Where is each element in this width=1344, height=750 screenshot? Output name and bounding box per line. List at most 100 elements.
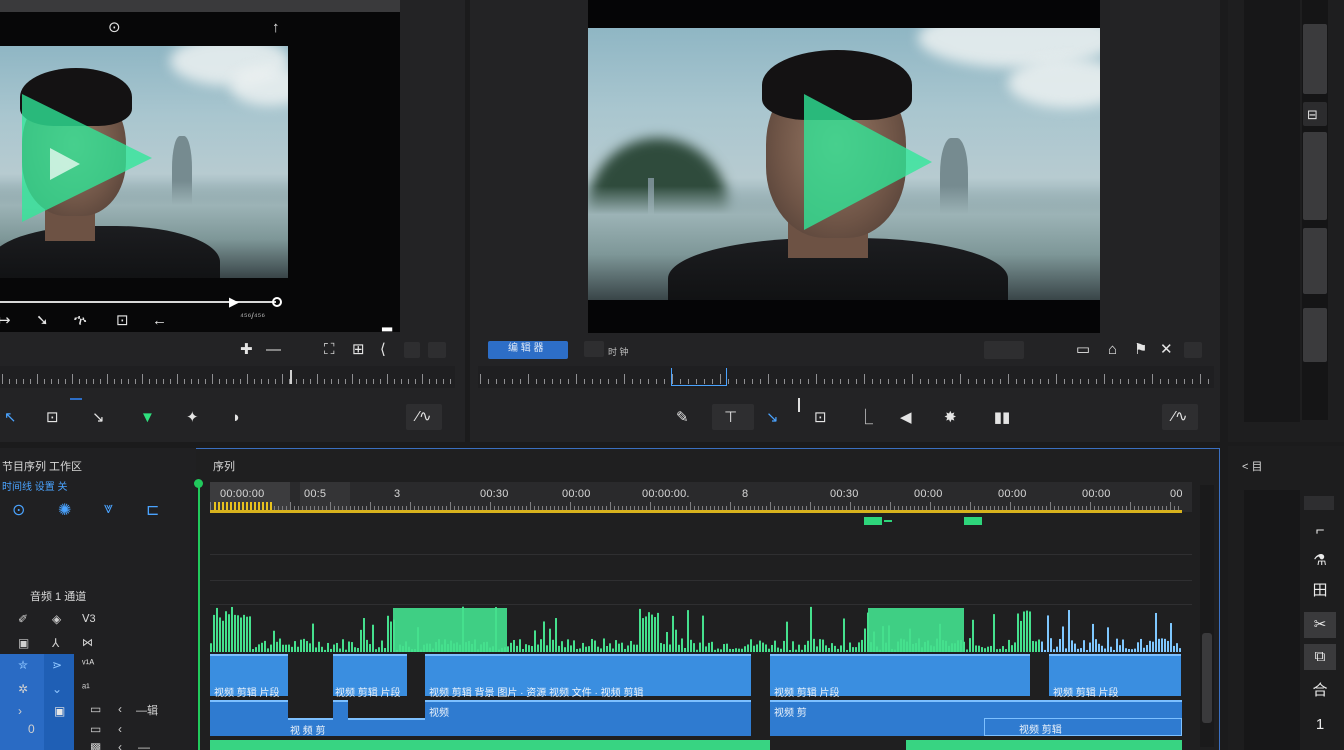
playhead-handle[interactable]: [194, 479, 203, 488]
audio-waveform-bar: [432, 648, 434, 652]
settings-button[interactable]: [404, 342, 420, 358]
track-add-icon[interactable]: ▩: [90, 740, 101, 750]
video-clip[interactable]: 视频 剪辑 片段: [210, 654, 288, 699]
audio-clip[interactable]: [333, 700, 348, 736]
playhead[interactable]: [198, 482, 200, 750]
scrubber-play-icon[interactable]: ▶: [229, 294, 239, 310]
right-panel-label[interactable]: < 目: [1242, 458, 1262, 474]
program-time-ruler[interactable]: [478, 366, 1214, 388]
video-clip[interactable]: 视频 剪辑 片段: [1049, 654, 1181, 699]
video-clip[interactable]: 视频 剪辑 片段: [333, 654, 407, 699]
right-scroll-button-2[interactable]: [1303, 132, 1327, 220]
lift-icon[interactable]: ⌂: [1108, 342, 1117, 358]
resize-handle-icon[interactable]: ▂: [382, 316, 392, 332]
program-zoom-button[interactable]: [984, 341, 1024, 359]
mark-out-icon[interactable]: ኍ: [74, 313, 86, 329]
track-sync-icon[interactable]: ◈: [52, 612, 61, 626]
right-tool-5-icon[interactable]: ⧉: [1304, 644, 1336, 670]
right-tool-3-icon[interactable]: 田: [1304, 578, 1336, 604]
source-ruler-marker[interactable]: [290, 370, 292, 384]
step-forward-icon[interactable]: ↦: [0, 313, 11, 329]
track-target-icon[interactable]: ⅄: [52, 636, 59, 650]
scrubber-end-handle[interactable]: [272, 297, 282, 307]
play-overlay-icon[interactable]: [22, 94, 152, 222]
mark-in-icon[interactable]: ➘: [36, 313, 49, 329]
program-play-overlay-icon[interactable]: [804, 94, 932, 230]
step-back-icon[interactable]: ←: [152, 313, 167, 329]
dash-icon[interactable]: —: [266, 342, 281, 358]
hand-tool-icon[interactable]: ✦: [186, 410, 199, 426]
program-video-frame[interactable]: [588, 28, 1100, 300]
audio-clip-green[interactable]: [210, 740, 770, 750]
loop-icon[interactable]: ⟨: [380, 342, 386, 358]
selection-tool-icon[interactable]: ↖: [4, 410, 17, 426]
audio-clip-selection[interactable]: 视频 剪辑: [984, 718, 1182, 736]
track-expand-icon[interactable]: ›: [18, 704, 22, 718]
video-clip[interactable]: 视频 剪辑 片段: [770, 654, 1030, 699]
marker-green-2[interactable]: [964, 517, 982, 525]
right-tool-6-icon[interactable]: 合: [1304, 678, 1336, 704]
program-option-button[interactable]: [584, 341, 604, 357]
extract-icon[interactable]: ⚑: [1134, 342, 1147, 358]
audio-waveform-track[interactable]: [210, 604, 1182, 652]
track-lock-icon[interactable]: ✐: [18, 612, 28, 626]
wrench-icon[interactable]: ✕: [1160, 342, 1173, 358]
program-tool-3-icon[interactable]: ↘: [766, 410, 779, 426]
right-tool-1-icon[interactable]: ⌐: [1304, 518, 1336, 544]
marker-green-1[interactable]: [864, 517, 882, 525]
audio-clip[interactable]: 视 频 剪: [288, 718, 333, 737]
right-scroll-button-3[interactable]: [1303, 228, 1327, 294]
timeline-settings-icon[interactable]: ⊏: [146, 500, 159, 520]
track-back-icon[interactable]: ‹: [118, 702, 122, 716]
program-in-out-range[interactable]: [671, 368, 727, 386]
video-clip[interactable]: 视频 剪辑 背景 图片 · 资源 视频 文件 · 视频 剪辑: [425, 654, 751, 699]
audio-clip-green[interactable]: [906, 740, 1182, 750]
add-marker-icon[interactable]: ✚: [240, 342, 253, 358]
track-record-icon[interactable]: ▣: [54, 704, 65, 718]
work-area-bar[interactable]: [210, 510, 1182, 513]
right-tool-2-icon[interactable]: ⚗: [1304, 548, 1336, 574]
safe-margins-icon[interactable]: ⛶: [324, 342, 335, 358]
program-tool-4-icon[interactable]: ⊡: [814, 410, 827, 426]
audio-clip[interactable]: [210, 700, 288, 736]
track-back3-icon[interactable]: ‹: [118, 740, 122, 750]
pen-tool-icon[interactable]: ◗: [232, 410, 241, 426]
timeline-scroll-thumb[interactable]: [1202, 633, 1212, 723]
track-solo-icon[interactable]: ✲: [18, 682, 28, 696]
audio-clip[interactable]: 视频: [425, 700, 751, 736]
grid-icon[interactable]: ⊞: [352, 342, 365, 358]
track-mic-icon[interactable]: ▭: [90, 702, 101, 716]
track-collapse-icon[interactable]: ⌄: [52, 682, 62, 696]
program-export-button[interactable]: [1184, 342, 1202, 358]
track-toggle-icon[interactable]: ▣: [18, 636, 29, 650]
timeline-subtitle[interactable]: 时间线 设置 关: [2, 478, 68, 493]
right-tool-7-icon[interactable]: 1: [1304, 712, 1336, 738]
program-tool-5-icon[interactable]: ⎿: [858, 410, 873, 426]
audio-clip[interactable]: [348, 718, 425, 736]
snap-icon[interactable]: ⊙: [12, 500, 25, 520]
captions-icon[interactable]: ▭: [1068, 342, 1098, 358]
program-tool-6-icon[interactable]: ◀: [900, 410, 912, 426]
program-tool-7-icon[interactable]: ✸: [944, 410, 957, 426]
source-time-ruler[interactable]: [0, 366, 455, 388]
program-editor-button[interactable]: 编 辑 器: [488, 341, 568, 359]
source-video-frame[interactable]: [0, 46, 288, 278]
track-star-icon[interactable]: ✮: [18, 658, 28, 672]
right-scroll-button-1[interactable]: [1303, 24, 1327, 94]
target-icon[interactable]: ⊙: [108, 20, 121, 36]
export-frame-icon[interactable]: ↑: [272, 20, 280, 36]
right-tool-4-icon[interactable]: ✂: [1304, 612, 1336, 638]
track-mic2-icon[interactable]: ▭: [90, 722, 101, 736]
export-button[interactable]: [428, 342, 446, 358]
razor-tool-icon[interactable]: ▼: [140, 410, 155, 426]
program-tool-8-icon[interactable]: ▮▮: [990, 410, 1014, 426]
track-select-icon[interactable]: ⊡: [46, 410, 59, 426]
track-mute-icon[interactable]: ⋗: [52, 658, 62, 672]
right-scroll-button-4[interactable]: [1303, 308, 1327, 362]
linked-selection-icon[interactable]: ✺: [58, 500, 71, 520]
insert-icon[interactable]: ⊡: [116, 313, 129, 329]
program-tool-1-icon[interactable]: ✎: [676, 410, 689, 426]
ripple-edit-icon[interactable]: ↘: [92, 410, 105, 426]
track-back2-icon[interactable]: ‹: [118, 722, 122, 736]
add-marker-timeline-icon[interactable]: ⩔: [104, 500, 113, 518]
